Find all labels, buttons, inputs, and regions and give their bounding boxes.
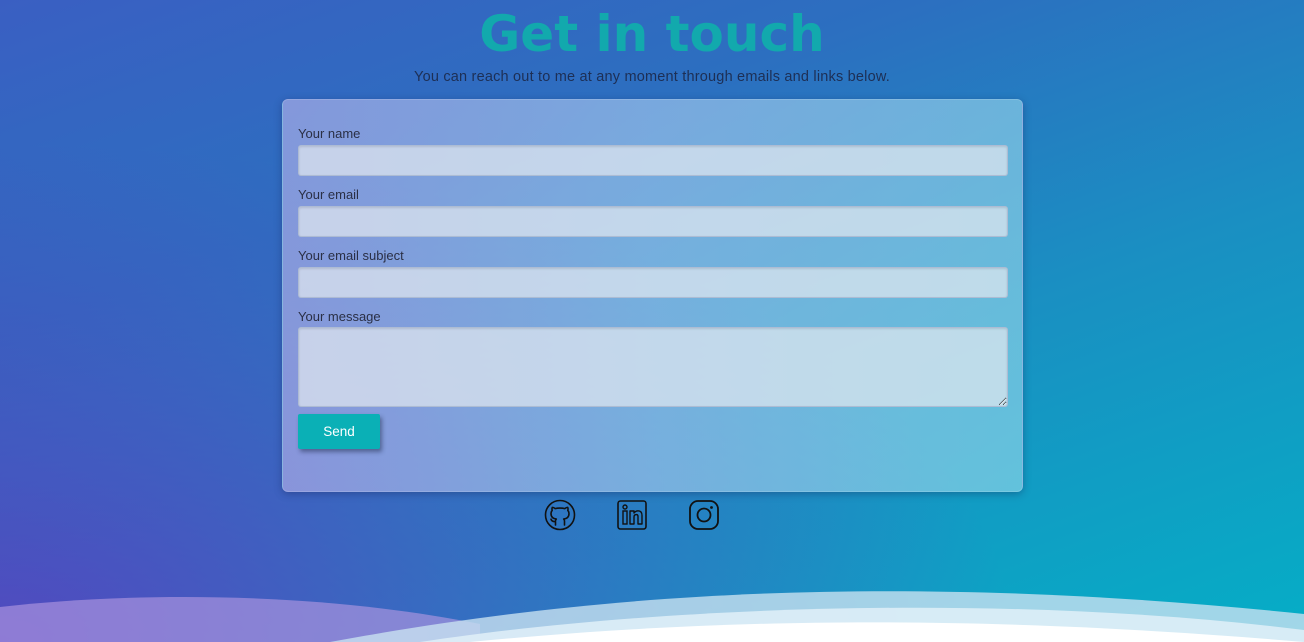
message-field[interactable] (298, 327, 1008, 407)
github-icon (544, 499, 576, 531)
page-subtitle: You can reach out to me at any moment th… (414, 69, 890, 85)
page-header: Get in touch You can reach out to me at … (0, 0, 1304, 85)
instagram-link[interactable] (687, 498, 721, 532)
page-title: Get in touch (479, 5, 825, 63)
email-field[interactable] (298, 206, 1008, 237)
instagram-icon (689, 500, 719, 530)
message-label: Your message (298, 309, 381, 324)
name-field[interactable] (298, 145, 1008, 176)
social-links (0, 498, 1304, 532)
subject-label: Your email subject (298, 248, 404, 263)
contact-form: Your name Your email Your email subject … (282, 99, 1023, 492)
email-label: Your email (298, 187, 359, 202)
send-button[interactable]: Send (298, 414, 380, 449)
decorative-waves (0, 552, 1304, 642)
name-label: Your name (298, 126, 361, 141)
linkedin-link[interactable] (615, 498, 649, 532)
linkedin-icon (617, 500, 647, 530)
github-link[interactable] (543, 498, 577, 532)
subject-field[interactable] (298, 267, 1008, 298)
